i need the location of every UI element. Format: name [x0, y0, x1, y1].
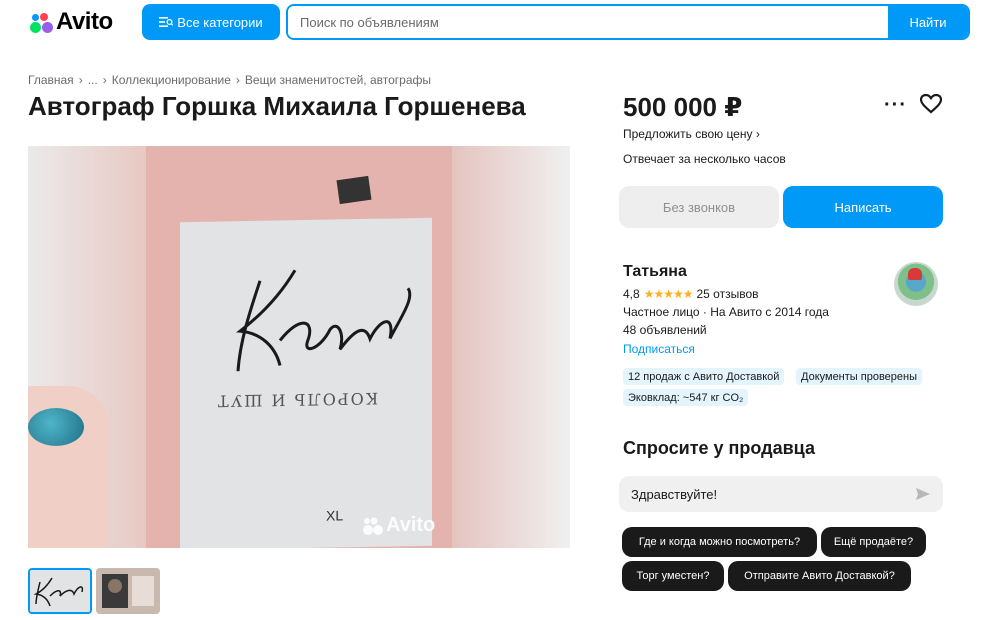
write-message-button[interactable]: Написать [783, 186, 943, 228]
thumbnail-2[interactable] [96, 568, 160, 614]
search-button[interactable]: Найти [888, 6, 968, 38]
seller-listings-count[interactable]: 48 объявлений [623, 323, 707, 337]
breadcrumb-collecting[interactable]: Коллекционирование [112, 73, 231, 87]
badge-documents-verified: Документы проверены [796, 368, 923, 385]
ask-input-value[interactable]: Здравствуйте! [631, 487, 915, 502]
thumbnail-1[interactable] [28, 568, 92, 614]
offer-price-link[interactable]: Предложить свою цену › [623, 127, 760, 141]
no-calls-button[interactable]: Без звонков [619, 186, 779, 228]
ask-seller-input[interactable]: Здравствуйте! [619, 476, 943, 512]
nail-image [28, 408, 84, 446]
signature-drawing [236, 269, 412, 372]
breadcrumb-separator: › [102, 73, 107, 87]
breadcrumb-ellipsis[interactable]: ... [88, 73, 98, 87]
breadcrumb: Главная › ... › Коллекционирование › Вещ… [28, 73, 431, 87]
quick-question-bargain[interactable]: Торг уместен? [622, 561, 724, 591]
page-title: Автограф Горшка Михаила Горшенева [28, 91, 526, 121]
card-size-label: XL [326, 507, 344, 524]
quick-question-delivery[interactable]: Отправите Авито Доставкой? [728, 561, 911, 591]
all-categories-button[interactable]: Все категории [142, 4, 280, 40]
rating-stars-icon: ★★★★★ [643, 287, 694, 301]
thumbnail-photo [96, 568, 160, 614]
seller-rating-value: 4,8 [623, 287, 640, 301]
seller-reviews-link[interactable]: 25 отзывов [696, 287, 758, 301]
watermark-text: Avito [386, 514, 436, 536]
send-icon[interactable] [915, 486, 931, 502]
seller-info: Частное лицо · На Авито с 2014 года [623, 305, 829, 319]
response-time: Отвечает за несколько часов [623, 152, 786, 166]
seller-rating-row: 4,8 ★★★★★ 25 отзывов [623, 287, 759, 301]
quick-question-still-selling[interactable]: Ещё продаёте? [821, 527, 926, 557]
subscribe-link[interactable]: Подписаться [623, 342, 695, 356]
logo-dots-icon [28, 10, 54, 34]
breadcrumb-separator: › [78, 73, 83, 87]
search-input[interactable] [288, 6, 888, 38]
badge-eco-contribution: Эковклад: ~547 кг CO₂ [623, 389, 749, 406]
photo-center: КОРОЛЬ И ШУТ XL [146, 146, 452, 548]
card-printed-text: КОРОЛЬ И ШУТ [216, 388, 379, 411]
price: 500 000 ₽ [623, 92, 743, 122]
badge-delivery-sales: 12 продаж с Авито Доставкой [623, 368, 785, 385]
main-photo[interactable]: КОРОЛЬ И ШУТ XL Avito [28, 146, 570, 548]
avito-watermark: Avito [362, 514, 435, 537]
breadcrumb-celebrity-items[interactable]: Вещи знаменитостей, автографы [245, 73, 431, 87]
seller-name[interactable]: Татьяна [623, 263, 687, 281]
watermark-dots-icon [363, 517, 383, 535]
autograph-card: КОРОЛЬ И ШУТ XL [180, 217, 432, 548]
breadcrumb-separator: › [235, 73, 240, 87]
avito-logo[interactable]: Avito [28, 8, 113, 36]
avatar-hat [908, 268, 922, 280]
logo-text: Avito [56, 8, 113, 35]
more-options-icon[interactable]: ··· [884, 94, 907, 117]
seller-avatar[interactable] [894, 262, 938, 306]
favorite-heart-icon[interactable] [920, 94, 942, 114]
photo-blur-right [452, 146, 570, 548]
quick-question-where-when[interactable]: Где и когда можно посмотреть? [622, 527, 817, 557]
breadcrumb-home[interactable]: Главная [28, 73, 74, 87]
all-categories-label: Все категории [177, 14, 263, 30]
search-bar: Найти [286, 4, 970, 40]
thumbnail-signature [30, 570, 90, 612]
categories-icon [159, 17, 174, 27]
ask-seller-title: Спросите у продавца [623, 438, 815, 458]
photo-tag [336, 175, 372, 205]
